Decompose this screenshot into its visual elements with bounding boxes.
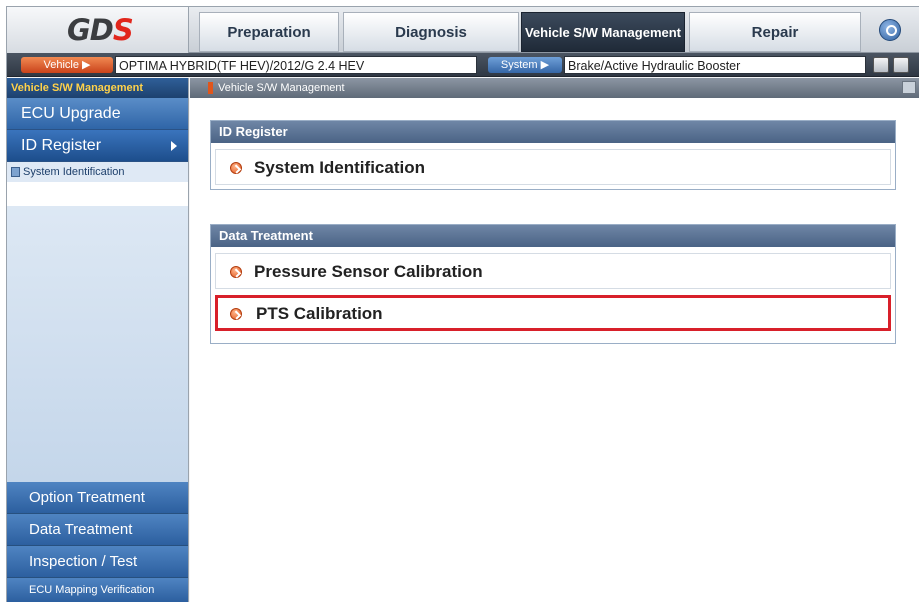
menu-item-pts-calibration[interactable]: PTS Calibration [215, 295, 891, 331]
top-navigation: GDS Preparation Diagnosis Vehicle S/W Ma… [7, 7, 919, 53]
arrow-bullet-icon [230, 162, 242, 174]
sidebar-item-data-treatment[interactable]: Data Treatment [7, 514, 188, 546]
document-icon [11, 167, 20, 177]
sidebar-item-option-treatment[interactable]: Option Treatment [7, 482, 188, 514]
menu-item-label: Pressure Sensor Calibration [254, 262, 483, 281]
sidebar-item-ecu-upgrade[interactable]: ECU Upgrade [7, 98, 188, 130]
menu-item-label: PTS Calibration [256, 304, 383, 323]
print-icon[interactable] [893, 57, 909, 73]
tab-repair[interactable]: Repair [689, 12, 861, 52]
tab-vehicle-sw-management[interactable]: Vehicle S/W Management [521, 12, 685, 52]
sidebar-header: Vehicle S/W Management [7, 78, 188, 98]
sidebar-subitem-system-identification[interactable]: System Identification [7, 162, 188, 182]
panel-title: ID Register [211, 121, 895, 143]
sidebar-subitem-label: System Identification [23, 166, 125, 178]
menu-item-label: System Identification [254, 158, 425, 177]
menu-item-system-identification[interactable]: System Identification [215, 149, 891, 185]
breadcrumb-marker [208, 82, 213, 94]
sidebar-item-inspection-test[interactable]: Inspection / Test [7, 546, 188, 578]
main-content: Vehicle S/W Management ID Register Syste… [190, 78, 919, 602]
panel-data-treatment: Data Treatment Pressure Sensor Calibrati… [210, 224, 896, 344]
tab-preparation[interactable]: Preparation [199, 12, 339, 52]
camera-icon[interactable] [873, 57, 889, 73]
breadcrumb: Vehicle S/W Management [190, 78, 919, 98]
sidebar-item-label: ECU Upgrade [21, 105, 121, 122]
panel-id-register: ID Register System Identification [210, 120, 896, 190]
gds-window: GDS Preparation Diagnosis Vehicle S/W Ma… [6, 6, 919, 602]
arrow-bullet-icon [230, 308, 242, 320]
system-field[interactable]: Brake/Active Hydraulic Booster [564, 56, 866, 74]
vehicle-info-bar: Vehicle ▶ OPTIMA HYBRID(TF HEV)/2012/G 2… [7, 53, 919, 77]
sidebar-item-id-register[interactable]: ID Register [7, 130, 188, 162]
breadcrumb-label: Vehicle S/W Management [218, 82, 345, 94]
search-icon[interactable] [879, 19, 901, 41]
vehicle-button[interactable]: Vehicle ▶ [21, 57, 113, 73]
vehicle-field[interactable]: OPTIMA HYBRID(TF HEV)/2012/G 2.4 HEV [115, 56, 477, 74]
arrow-bullet-icon [230, 266, 242, 278]
sidebar-empty-area [7, 206, 188, 482]
panel-title: Data Treatment [211, 225, 895, 247]
sidebar-item-label: ID Register [21, 137, 102, 154]
system-button[interactable]: System ▶ [488, 57, 562, 73]
sidebar-bottom-menu: Option Treatment Data Treatment Inspecti… [7, 482, 188, 602]
logo-area: GDS [7, 7, 189, 53]
menu-item-pressure-sensor-calibration[interactable]: Pressure Sensor Calibration [215, 253, 891, 289]
window-icon[interactable] [902, 81, 916, 94]
chevron-right-icon [171, 141, 177, 151]
tab-diagnosis[interactable]: Diagnosis [343, 12, 519, 52]
sidebar-item-ecu-mapping-verification[interactable]: ECU Mapping Verification [7, 578, 188, 602]
sidebar: Vehicle S/W Management ECU Upgrade ID Re… [7, 78, 189, 602]
gds-logo: GDS [67, 13, 134, 47]
